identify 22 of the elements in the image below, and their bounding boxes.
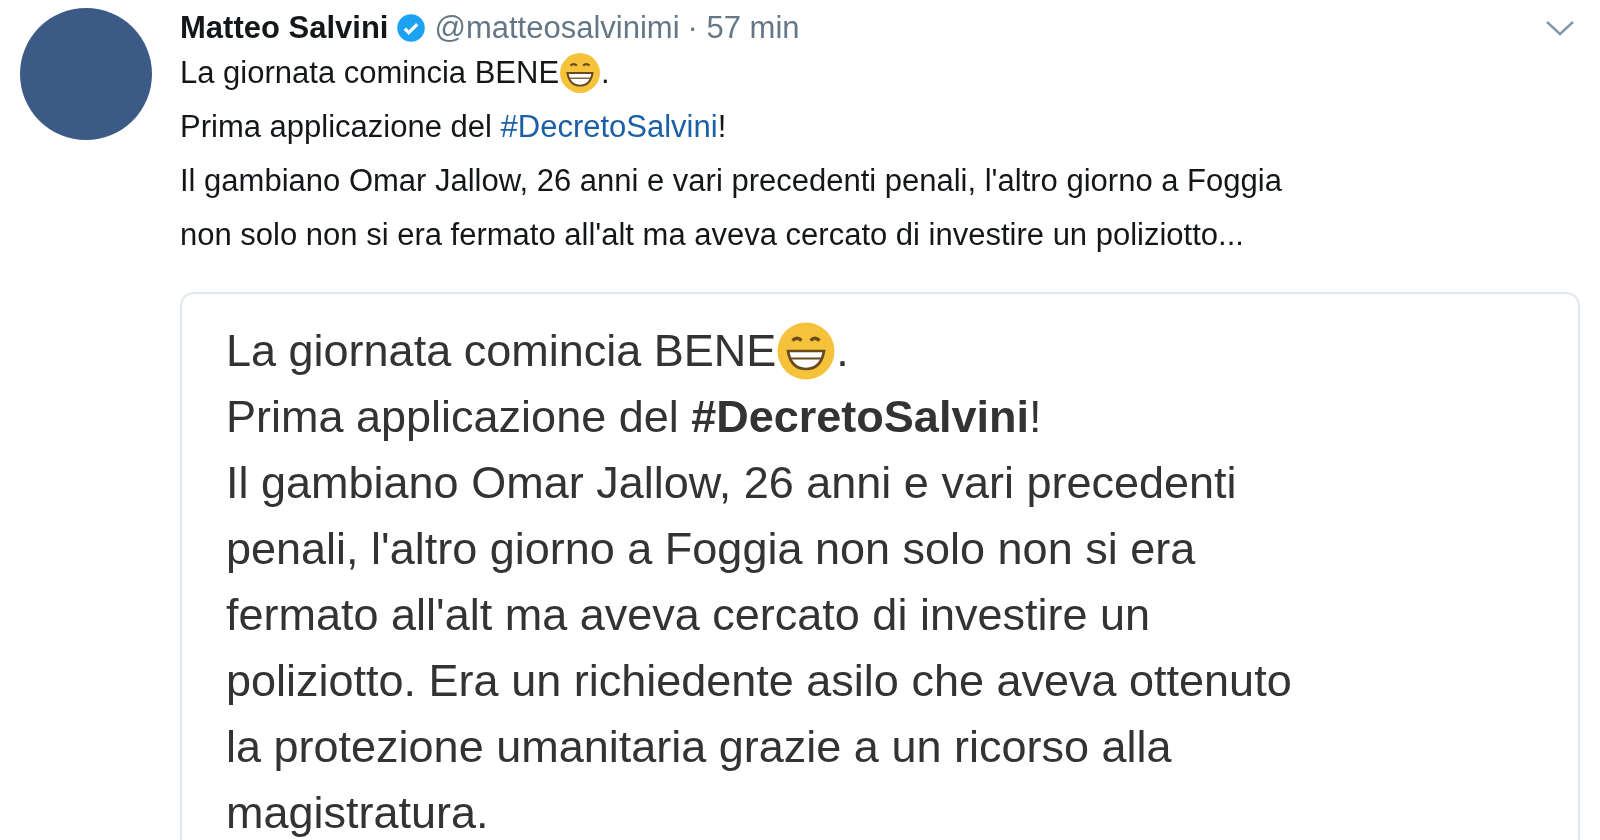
card-text: la protezione umanitaria grazie a un ricorso alla <box>226 721 1172 773</box>
card-text: . <box>836 325 849 377</box>
tweet-text: Prima applicazione del #DecretoSalvini! <box>180 109 727 145</box>
tweet-text: non solo non si era fermato all'alt ma aveva cercato di investire un poliziotto... <box>180 217 1244 253</box>
card-text: magistratura. <box>226 787 489 839</box>
quoted-card[interactable] <box>180 292 1580 840</box>
author-handle[interactable]: @matteosalvinimi <box>434 10 680 46</box>
chevron-down-icon[interactable] <box>1544 18 1576 38</box>
hashtag-link[interactable]: #DecretoSalvini <box>500 109 718 144</box>
author-name[interactable]: Matteo Salvini <box>180 10 389 46</box>
tweet-text: Il gambiano Omar Jallow, 26 anni e vari precedenti penali, l'altro giorno a Foggia <box>180 163 1282 199</box>
grin-emoji-icon <box>559 52 602 94</box>
tweet-time[interactable]: · 57 min <box>687 10 800 46</box>
tweet-text: . <box>601 55 610 91</box>
card-text: fermato all'alt ma aveva cercato di investire un <box>226 589 1151 641</box>
tweet-text: La giornata comincia BENE <box>180 55 560 91</box>
card-text: poliziotto. Era un richiedente asilo che aveva ottenuto <box>226 655 1292 707</box>
card-text: penali, l'altro giorno a Foggia non solo non si era <box>226 523 1196 575</box>
card-text: Prima applicazione del #DecretoSalvini! <box>226 391 1042 443</box>
grin-emoji-icon <box>776 321 837 381</box>
card-text: Il gambiano Omar Jallow, 26 anni e vari precedenti <box>226 457 1237 509</box>
card-text: La giornata comincia BENE <box>226 325 777 377</box>
